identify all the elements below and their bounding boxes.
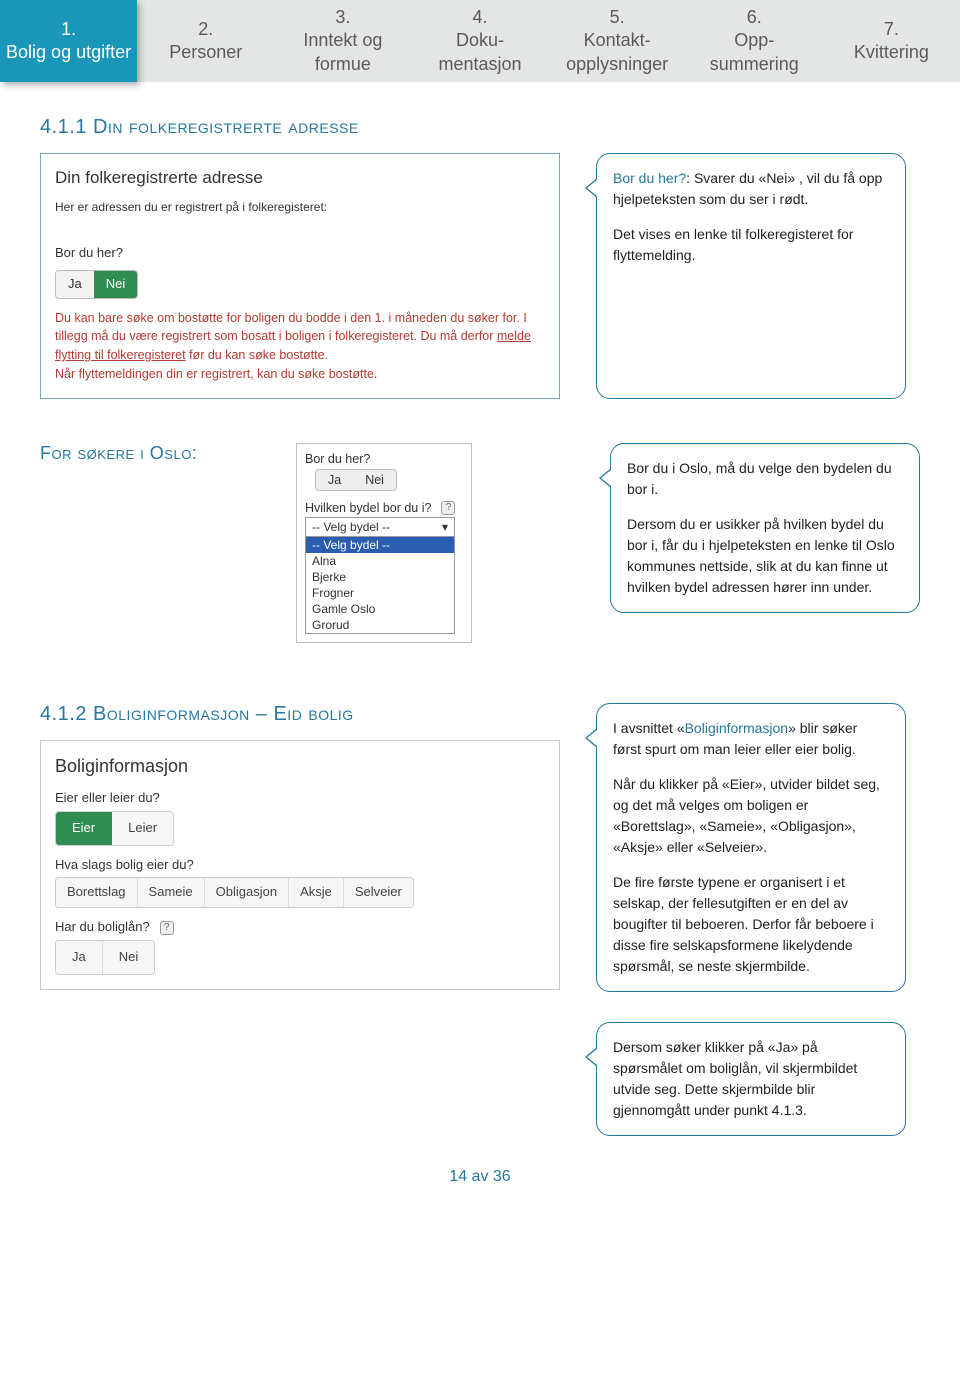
step-6[interactable]: 6. Opp- summering (686, 0, 823, 82)
help-icon[interactable]: ? (160, 921, 174, 935)
step-label: Kontakt- opplysninger (553, 29, 682, 76)
btn-nei[interactable]: Nei (103, 941, 155, 974)
callout-oslo: Bor du i Oslo, må du velge den bydelen d… (610, 443, 920, 613)
callout-412-b: Dersom søker klikker på «Ja» på spørsmål… (596, 1022, 906, 1136)
step-label: Opp- summering (690, 29, 819, 76)
callout-412-a: I avsnittet «Boliginformasjon» blir søke… (596, 703, 906, 992)
select-options: -- Velg bydel -- Alna Bjerke Frogner Gam… (305, 537, 455, 634)
oslo-q1: Bor du her? (305, 452, 463, 466)
opt-obligasjon[interactable]: Obligasjon (205, 878, 289, 907)
select-label: -- Velg bydel -- (312, 520, 390, 534)
oslo-ja[interactable]: Ja (316, 470, 353, 490)
q-eier-leier: Eier eller leier du? (55, 789, 545, 808)
opt-borettslag[interactable]: Borettslag (56, 878, 138, 907)
btn-ja[interactable]: Ja (56, 941, 103, 974)
oslo-q2: Hvilken bydel bor du i? (305, 501, 431, 515)
opt[interactable]: Frogner (306, 585, 454, 601)
screenshot-bolig: Boliginformasjon Eier eller leier du? Ei… (40, 740, 560, 990)
warning-text: Du kan bare søke om bostøtte for boligen… (55, 309, 545, 384)
btn-leier[interactable]: Leier (112, 812, 173, 845)
toggle-eier-leier[interactable]: Eier Leier (55, 811, 174, 846)
c-a: I avsnittet « (613, 720, 685, 736)
step-num: 6. (690, 6, 819, 29)
oslo-heading: For søkere i Oslo: (40, 443, 260, 464)
help-icon[interactable]: ? (441, 501, 455, 515)
callout-p2: Det vises en lenke til folkeregisteret f… (613, 224, 889, 266)
step-4[interactable]: 4. Doku- mentasjon (411, 0, 548, 82)
btn-eier[interactable]: Eier (56, 812, 112, 845)
chevron-down-icon: ▾ (442, 520, 448, 534)
select-bydel[interactable]: -- Velg bydel -- ▾ (305, 517, 455, 537)
step-label: Inntekt og formue (278, 29, 407, 76)
section-heading-411: 4.1.1 Din folkeregistrerte adresse (40, 116, 920, 139)
step-2[interactable]: 2. Personer (137, 0, 274, 82)
screenshot-oslo: Bor du her? Ja Nei Hvilken bydel bor du … (296, 443, 472, 643)
q-boliglaan: Har du boliglån? (55, 918, 150, 937)
shot-subtitle: Her er adressen du er registrert på i fo… (55, 199, 545, 216)
section-heading-412: 4.1.2 Boliginformasjon – Eid bolig (40, 703, 560, 726)
step-num: 4. (415, 6, 544, 29)
c-blue: Boliginformasjon (685, 720, 789, 736)
oslo-p1: Bor du i Oslo, må du velge den bydelen d… (627, 458, 903, 500)
opt-selveier[interactable]: Selveier (344, 878, 413, 907)
c-p4: Dersom søker klikker på «Ja» på spørsmål… (613, 1037, 889, 1121)
step-1[interactable]: 1. Bolig og utgifter (0, 0, 137, 82)
step-num: 7. (827, 18, 956, 41)
oslo-nei[interactable]: Nei (353, 470, 396, 490)
question-bor-du-her: Bor du her? (55, 244, 545, 263)
toggle-boligtype[interactable]: Borettslag Sameie Obligasjon Aksje Selve… (55, 877, 414, 908)
step-num: 5. (553, 6, 682, 29)
c-p3: De fire første typene er organisert i et… (613, 872, 889, 977)
opt[interactable]: Gamle Oslo (306, 601, 454, 617)
step-label: Doku- mentasjon (415, 29, 544, 76)
shot-title: Din folkeregistrerte adresse (55, 166, 545, 191)
callout-411: Bor du her?: Svarer du «Nei» , vil du få… (596, 153, 906, 399)
step-label: Bolig og utgifter (4, 41, 133, 64)
opt[interactable]: Grorud (306, 617, 454, 633)
toggle-nei[interactable]: Nei (94, 271, 138, 298)
screenshot-folkereg: Din folkeregistrerte adresse Her er adre… (40, 153, 560, 399)
step-num: 2. (141, 18, 270, 41)
step-num: 1. (4, 18, 133, 41)
step-label: Kvittering (827, 41, 956, 64)
callout-lead: Bor du her? (613, 170, 686, 186)
opt-sameie[interactable]: Sameie (138, 878, 205, 907)
step-bar: 1. Bolig og utgifter 2. Personer 3. Innt… (0, 0, 960, 82)
opt-velg[interactable]: -- Velg bydel -- (306, 537, 454, 553)
c-p2: Når du klikker på «Eier», utvider bildet… (613, 774, 889, 858)
opt[interactable]: Alna (306, 553, 454, 569)
opt-aksje[interactable]: Aksje (289, 878, 344, 907)
warn-a: Du kan bare søke om bostøtte for boligen… (55, 311, 527, 344)
step-num: 3. (278, 6, 407, 29)
oslo-toggle[interactable]: Ja Nei (315, 469, 397, 491)
toggle-bor-du-her[interactable]: Ja Nei (55, 270, 138, 299)
toggle-ja[interactable]: Ja (56, 271, 94, 298)
step-7[interactable]: 7. Kvittering (823, 0, 960, 82)
page-number: 14 av 36 (40, 1168, 920, 1186)
step-3[interactable]: 3. Inntekt og formue (274, 0, 411, 82)
step-label: Personer (141, 41, 270, 64)
toggle-boliglaan[interactable]: Ja Nei (55, 940, 155, 975)
oslo-p2: Dersom du er usikker på hvilken bydel du… (627, 514, 903, 598)
step-5[interactable]: 5. Kontakt- opplysninger (549, 0, 686, 82)
bolig-title: Boliginformasjon (55, 753, 545, 779)
opt[interactable]: Bjerke (306, 569, 454, 585)
q-boligtype: Hva slags bolig eier du? (55, 856, 545, 875)
